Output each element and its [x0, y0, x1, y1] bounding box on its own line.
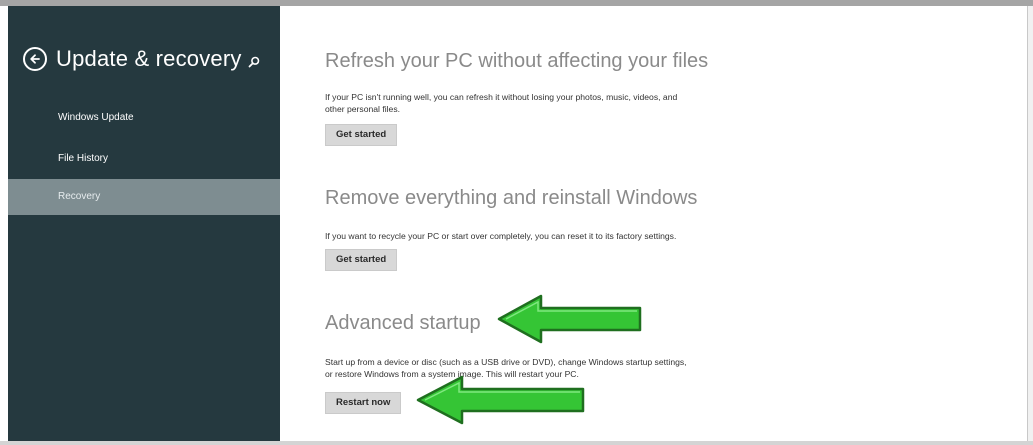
desc-line: other personal files.: [325, 104, 400, 114]
section-title-reset: Remove everything and reinstall Windows: [325, 187, 698, 209]
sidebar-item-label: Windows Update: [58, 112, 134, 123]
sidebar-item-windows-update[interactable]: Windows Update: [8, 100, 280, 136]
sidebar-item-file-history[interactable]: File History: [8, 141, 280, 177]
section-desc-refresh: If your PC isn't running well, you can r…: [325, 91, 825, 115]
recovery-content: Refresh your PC without affecting your f…: [280, 6, 1027, 441]
back-arrow-circle-icon[interactable]: [23, 47, 47, 71]
green-arrow-icon: [497, 294, 642, 344]
scrollbar-track[interactable]: [1027, 6, 1033, 441]
settings-sidebar: Update & recovery Windows Update File Hi…: [8, 6, 280, 441]
sidebar-item-label: Recovery: [58, 191, 101, 202]
back-arrow-glyph: [30, 54, 40, 64]
green-arrow-icon: [416, 375, 585, 425]
sidebar-item-recovery[interactable]: Recovery: [8, 179, 280, 215]
restart-now-button[interactable]: Restart now: [325, 392, 402, 414]
desc-line: If you want to recycle your PC or start …: [325, 231, 677, 241]
section-title-advanced-startup: Advanced startup: [325, 312, 481, 334]
refresh-get-started-button[interactable]: Get started: [325, 124, 398, 146]
sidebar-header: Update & recovery: [23, 46, 242, 72]
search-icon[interactable]: [248, 55, 260, 73]
desc-line: Start up from a device or disc (such as …: [325, 357, 687, 367]
reset-get-started-button[interactable]: Get started: [325, 249, 398, 271]
section-desc-reset: If you want to recycle your PC or start …: [325, 230, 825, 242]
window-bottom-bar: [0, 441, 1033, 445]
sidebar-item-label: File History: [58, 153, 109, 164]
desc-line: If your PC isn't running well, you can r…: [325, 92, 678, 102]
section-title-refresh: Refresh your PC without affecting your f…: [325, 50, 709, 72]
sidebar-title: Update & recovery: [56, 46, 242, 71]
